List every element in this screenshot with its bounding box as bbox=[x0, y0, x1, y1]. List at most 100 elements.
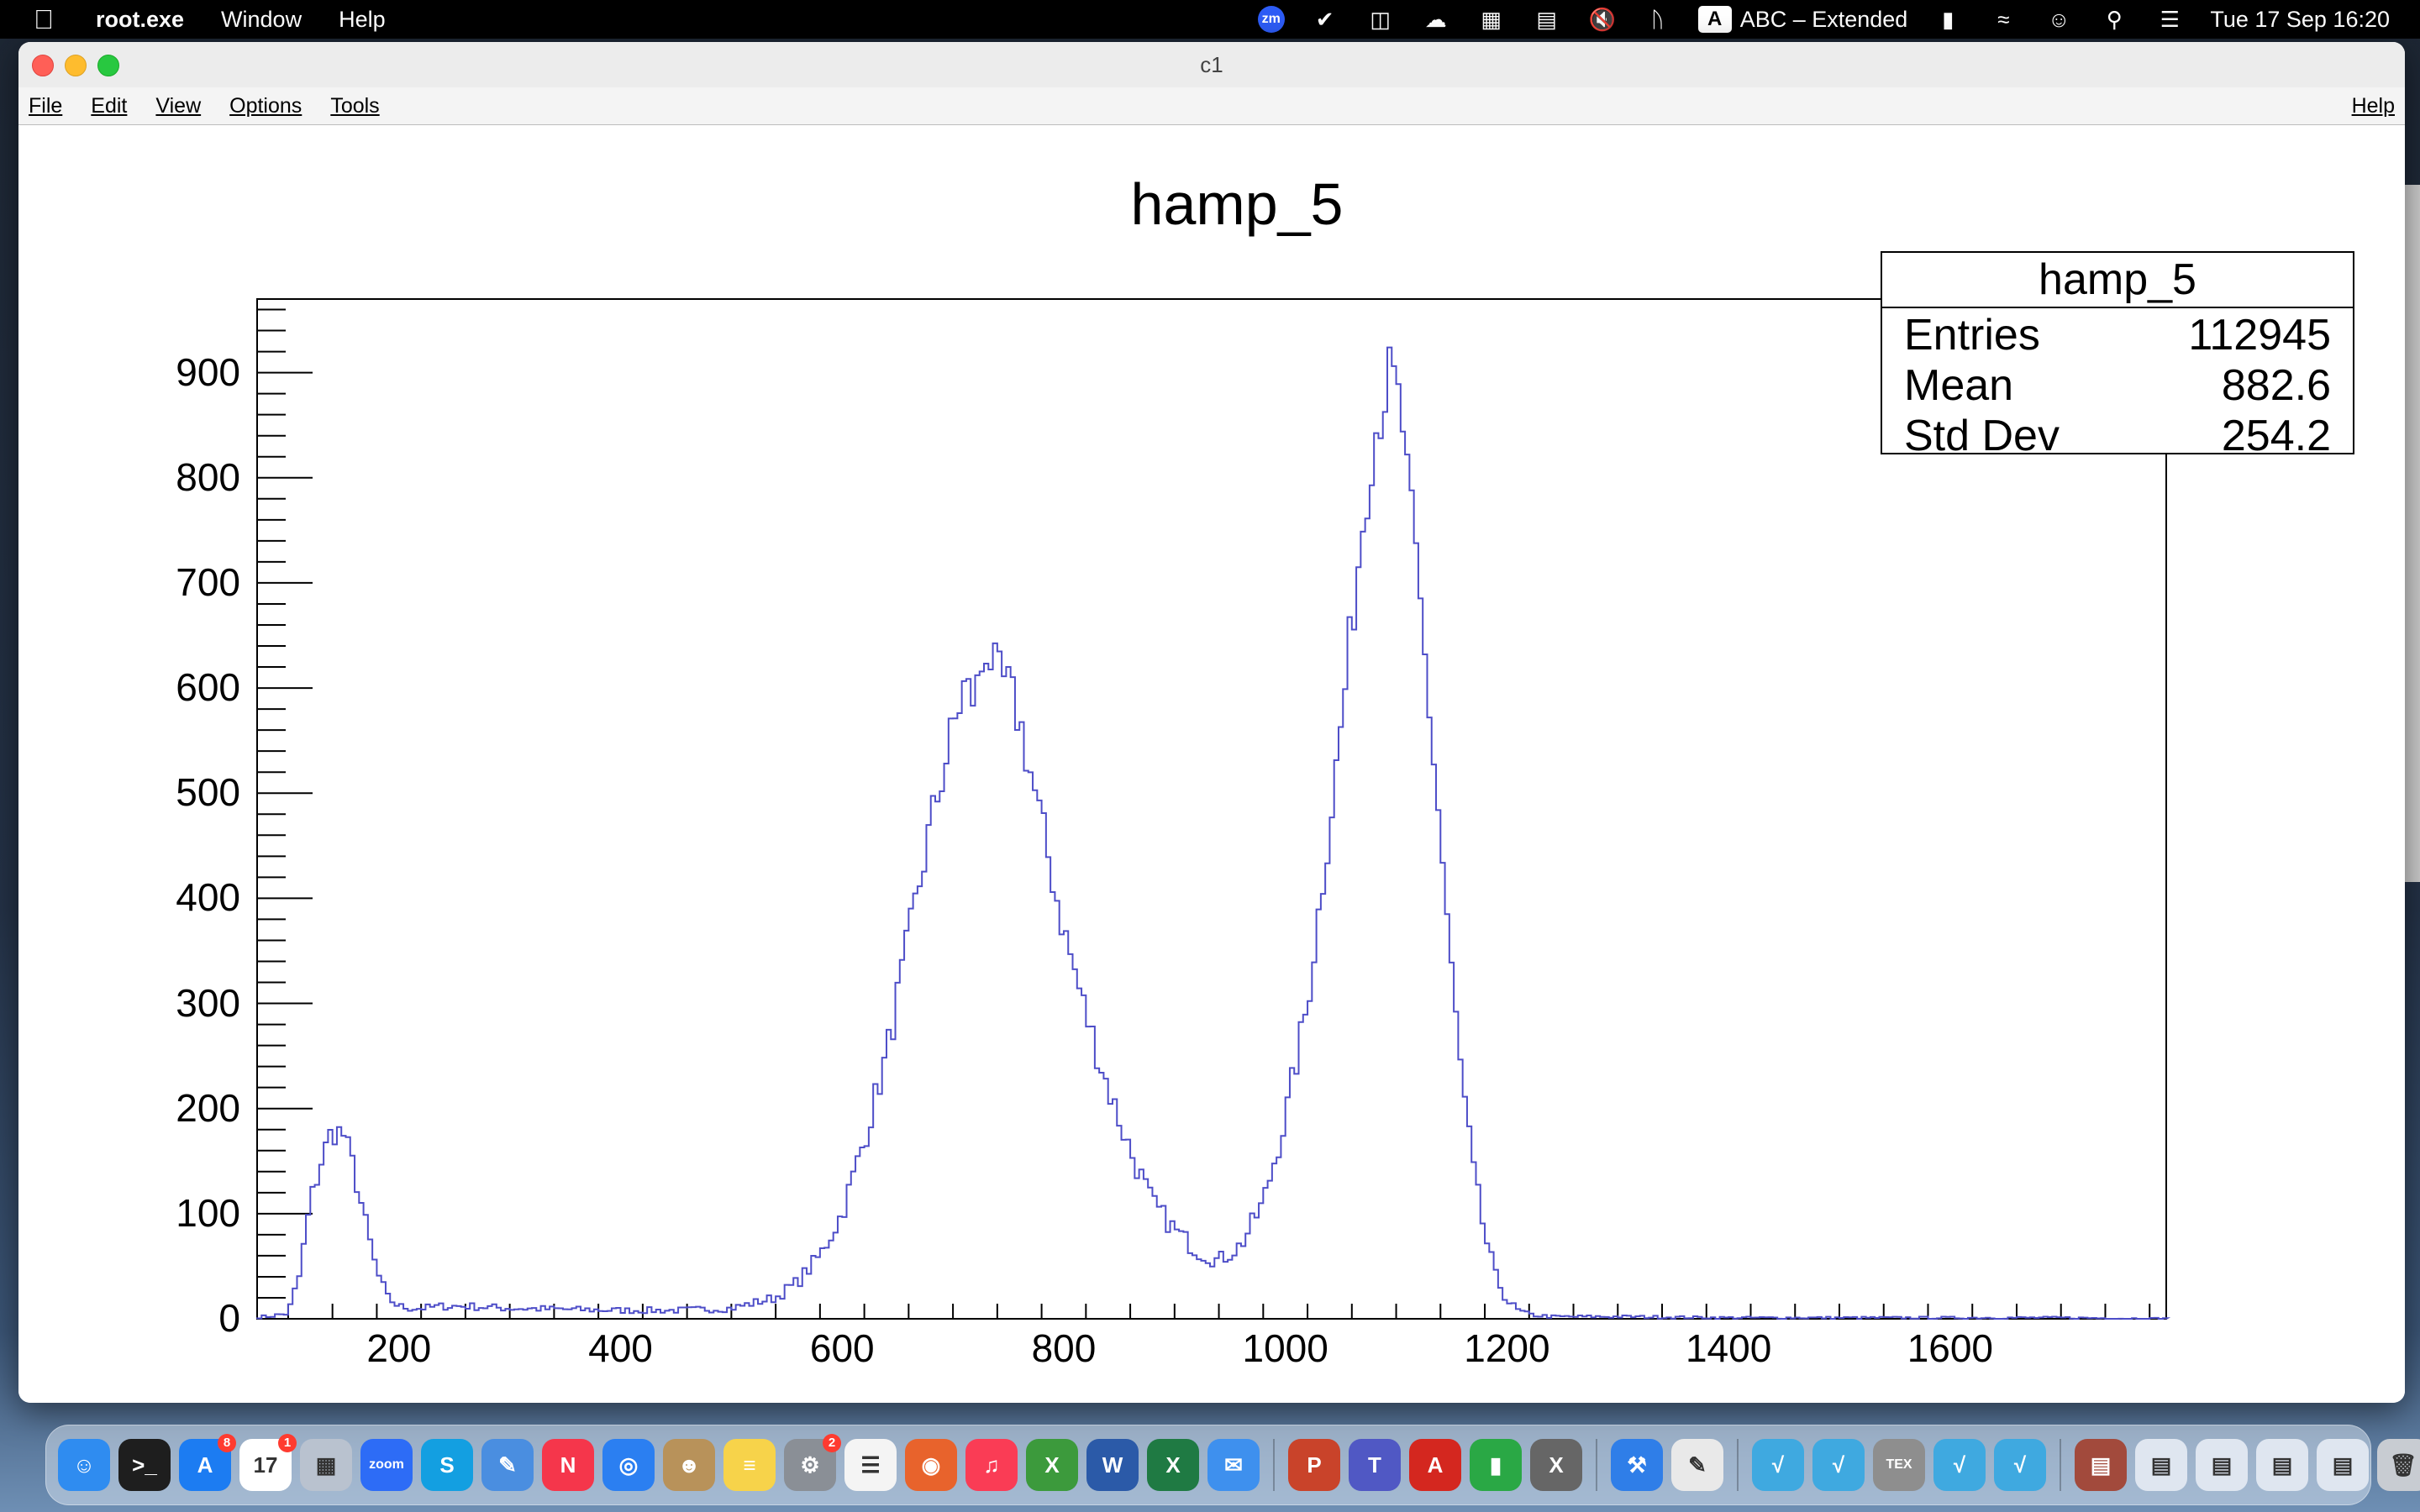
dock-doc-stack-2-icon[interactable]: ▤ bbox=[2135, 1439, 2187, 1491]
tools-menu-label: Tools bbox=[330, 93, 380, 118]
plot-canvas[interactable]: hamp_5 0 100 200 300 400 500 600 700 800 900 200 4… bbox=[18, 125, 2405, 1403]
search-icon[interactable]: ⚲ bbox=[2099, 8, 2129, 31]
dock-doc-stack-5-icon[interactable]: ▤ bbox=[2317, 1439, 2369, 1491]
dock-system-settings-icon[interactable]: ⚙ 2 bbox=[784, 1434, 841, 1491]
calculator-icon[interactable]: ▦ bbox=[1476, 8, 1507, 31]
dock-excel-glyph: X bbox=[1165, 1452, 1181, 1478]
dock-skype-icon[interactable]: S bbox=[421, 1439, 473, 1491]
y-tick-label: 500 bbox=[176, 770, 240, 815]
stats-row-stddev: Std Dev 254.2 bbox=[1882, 409, 2353, 460]
dock-tex-icon[interactable]: TEX bbox=[1873, 1439, 1925, 1491]
dock-mail-icon[interactable]: ✉ bbox=[1207, 1439, 1260, 1491]
user-icon[interactable]: ☺ bbox=[2044, 8, 2074, 31]
dock-freeform-icon[interactable]: ✎ bbox=[481, 1439, 534, 1491]
dock-calendar-glyph: 17 bbox=[253, 1452, 278, 1478]
dock-root-1-glyph: √ bbox=[1771, 1452, 1785, 1478]
title-bar[interactable]: c1 bbox=[18, 42, 2405, 88]
dock-news-icon[interactable]: N bbox=[542, 1439, 594, 1491]
memory-icon[interactable]: ▤ bbox=[1532, 8, 1562, 31]
dock-xquartz-glyph: X bbox=[1044, 1452, 1060, 1478]
dock-terminal-glyph: >_ bbox=[132, 1452, 157, 1478]
file-menu[interactable]: File bbox=[24, 94, 67, 118]
dock-root-4-icon[interactable]: √ bbox=[1994, 1439, 2046, 1491]
dock-teams-icon[interactable]: T bbox=[1349, 1439, 1401, 1491]
input-source-icon: A bbox=[1697, 6, 1732, 33]
bluetooth-icon[interactable]: ᚢ bbox=[1643, 8, 1673, 31]
dock-acrobat-icon[interactable]: A bbox=[1409, 1439, 1461, 1491]
dock-trash-icon[interactable]: 🗑 bbox=[2377, 1439, 2420, 1491]
mean-label: Mean bbox=[1904, 361, 2014, 410]
input-source-menu[interactable]: A ABC – Extended bbox=[1697, 6, 1908, 33]
apple-menu-icon[interactable]:  bbox=[34, 4, 59, 35]
dock-terminal-icon[interactable]: >_ bbox=[118, 1439, 171, 1491]
edit-menu[interactable]: Edit bbox=[86, 94, 132, 118]
x-tick-label: 400 bbox=[588, 1326, 653, 1370]
dock-doc-stack-5-glyph: ▤ bbox=[2332, 1452, 2354, 1478]
dock-calendar-icon[interactable]: 17 1 bbox=[239, 1434, 297, 1491]
dock-root-2-icon[interactable]: √ bbox=[1812, 1439, 1865, 1491]
battery-icon[interactable]: ▮ bbox=[1933, 8, 1963, 31]
dock-notes-glyph: ≡ bbox=[743, 1452, 756, 1478]
dock-excel-icon[interactable]: X bbox=[1147, 1439, 1199, 1491]
dock-reminders-icon[interactable]: ☰ bbox=[844, 1439, 897, 1491]
dock-x11-icon[interactable]: X bbox=[1530, 1439, 1582, 1491]
dock-skype-glyph: S bbox=[439, 1452, 455, 1478]
dock-doc-stack-1-icon[interactable]: ▤ bbox=[2075, 1439, 2127, 1491]
stddev-value: 254.2 bbox=[2221, 412, 2331, 460]
dock-doc-stack-1-glyph: ▤ bbox=[2090, 1452, 2112, 1478]
y-tick-label: 100 bbox=[176, 1190, 240, 1235]
dock-powerpoint-icon[interactable]: P bbox=[1288, 1439, 1340, 1491]
stats-box[interactable]: hamp_5 Entries 112945 Mean 882.6 Std Dev… bbox=[1881, 251, 2354, 460]
dock-numbers-glyph: ▮ bbox=[1489, 1452, 1502, 1478]
dock-numbers-icon[interactable]: ▮ bbox=[1470, 1439, 1522, 1491]
app-menu[interactable]: root.exe bbox=[96, 7, 184, 33]
x-tick-label: 200 bbox=[366, 1326, 432, 1370]
zoom-icon[interactable]: zm bbox=[1257, 6, 1285, 33]
dock-tex-glyph: TEX bbox=[1886, 1457, 1912, 1472]
dock-doc-stack-4-icon[interactable]: ▤ bbox=[2256, 1439, 2308, 1491]
dock-notes-icon[interactable]: ≡ bbox=[723, 1439, 776, 1491]
x-tick-label: 1400 bbox=[1685, 1326, 1772, 1370]
dock-powerpoint-glyph: P bbox=[1307, 1452, 1322, 1478]
mute-icon[interactable]: 🔇 bbox=[1587, 8, 1618, 31]
dock-contacts-glyph: ☻ bbox=[677, 1452, 701, 1478]
dock-contacts-icon[interactable]: ☻ bbox=[663, 1439, 715, 1491]
control-center-icon[interactable]: ☰ bbox=[2154, 8, 2185, 31]
options-menu[interactable]: Options bbox=[224, 94, 307, 118]
input-source-label: ABC – Extended bbox=[1739, 6, 1908, 32]
dock-music-icon[interactable]: ♫ bbox=[965, 1439, 1018, 1491]
canvas-menu-bar: File Edit View Options Tools Help bbox=[18, 87, 2405, 125]
dock-root-1-icon[interactable]: √ bbox=[1752, 1439, 1804, 1491]
background-window-edge bbox=[2405, 185, 2420, 882]
clock[interactable]: Tue 17 Sep 16:20 bbox=[2210, 7, 2390, 33]
dock-word-icon[interactable]: W bbox=[1086, 1439, 1139, 1491]
dock-reminders-glyph: ☰ bbox=[860, 1452, 881, 1478]
dock-xcode-icon[interactable]: ⚒ bbox=[1611, 1439, 1663, 1491]
dock-root-3-icon[interactable]: √ bbox=[1933, 1439, 1986, 1491]
dock-firefox-glyph: ◉ bbox=[921, 1452, 941, 1478]
root-canvas-window: c1 File Edit View Options Tools Help ham… bbox=[18, 42, 2405, 1403]
dock-finder-icon[interactable]: ☺ bbox=[58, 1439, 110, 1491]
dock-doc-stack-4-glyph: ▤ bbox=[2271, 1452, 2293, 1478]
canvas-help-menu[interactable]: Help bbox=[2347, 87, 2400, 124]
dock-launchpad-icon[interactable]: ▦ bbox=[300, 1439, 352, 1491]
dock-textedit-icon[interactable]: ✎ bbox=[1671, 1439, 1723, 1491]
dock-zoom-icon[interactable]: zoom bbox=[360, 1439, 413, 1491]
dock-xquartz-icon[interactable]: X bbox=[1026, 1439, 1078, 1491]
dock-firefox-icon[interactable]: ◉ bbox=[905, 1439, 957, 1491]
dock-separator bbox=[1596, 1439, 1597, 1491]
dock-doc-stack-3-icon[interactable]: ▤ bbox=[2196, 1439, 2248, 1491]
view-menu[interactable]: View bbox=[150, 94, 206, 118]
dock-safari-icon[interactable]: ◎ bbox=[602, 1439, 655, 1491]
histogram-series-line bbox=[256, 346, 2171, 1320]
dock-app-store-icon[interactable]: A8 bbox=[179, 1434, 236, 1491]
tools-menu[interactable]: Tools bbox=[325, 94, 384, 118]
window-menu[interactable]: Window bbox=[221, 7, 302, 33]
wifi-icon[interactable]: ≈ bbox=[1988, 8, 2018, 31]
cloud-icon[interactable]: ☁ bbox=[1421, 8, 1451, 31]
checkmark-app-icon[interactable]: ✔ bbox=[1310, 8, 1340, 31]
dock-xcode-glyph: ⚒ bbox=[1627, 1452, 1647, 1478]
screen-share-icon[interactable]: ◫ bbox=[1365, 8, 1396, 31]
y-tick-label: 600 bbox=[176, 665, 240, 710]
help-menu[interactable]: Help bbox=[339, 7, 386, 33]
